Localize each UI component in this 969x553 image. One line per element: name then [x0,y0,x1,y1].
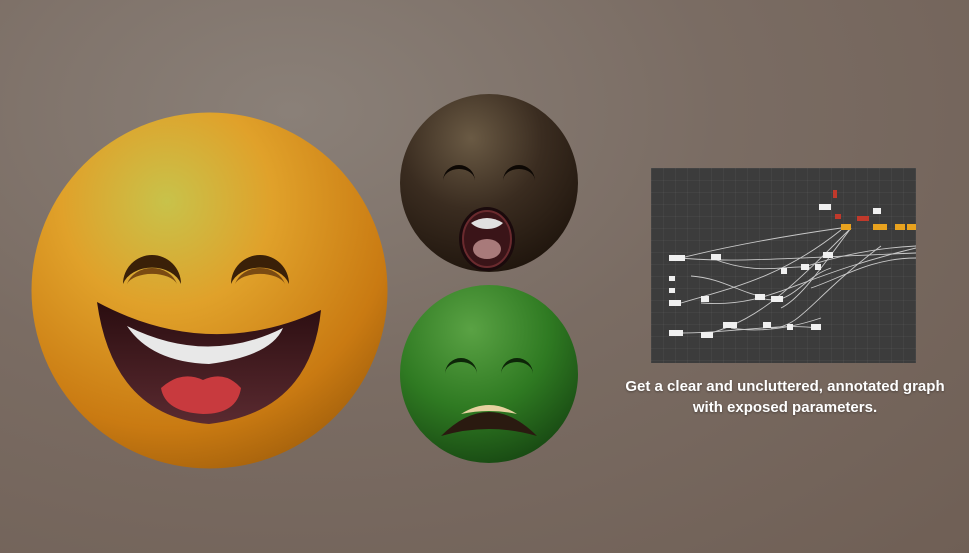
laughing-face-icon [31,112,388,469]
caption-line-2: with exposed parameters. [692,399,878,416]
node-graph-image [651,168,916,363]
node-graph-wires [669,190,916,338]
caption-line-1: Get a clear and uncluttered, annotated g… [625,378,945,395]
surprised-face-icon [400,94,578,272]
sick-face-icon [400,285,578,463]
caption: Get a clear and uncluttered, annotated g… [600,376,969,418]
